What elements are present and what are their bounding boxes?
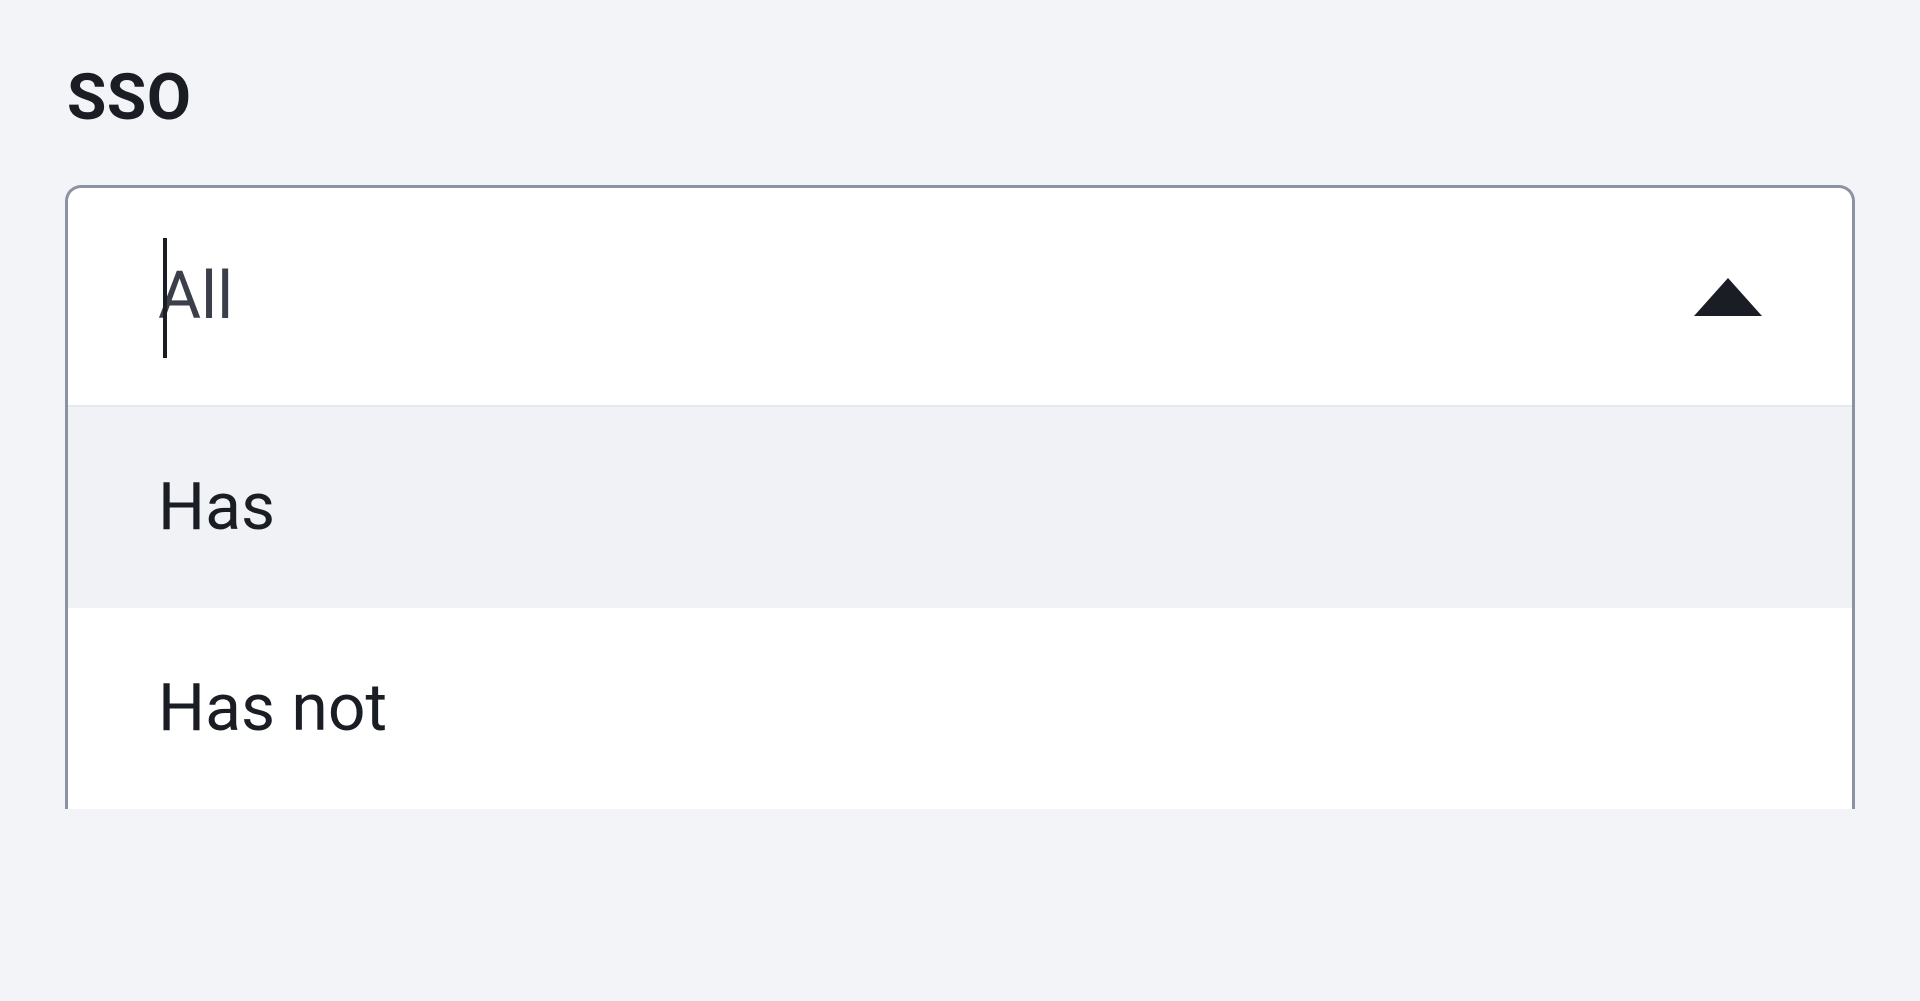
- sso-dropdown-input[interactable]: [158, 258, 1602, 335]
- sso-option-has-not[interactable]: Has not: [68, 608, 1852, 809]
- sso-filter-field: SSO Has Has not: [65, 60, 1855, 809]
- caret-up-icon: [1694, 278, 1762, 316]
- sso-dropdown: Has Has not: [65, 185, 1855, 809]
- text-cursor: [163, 238, 167, 358]
- sso-filter-label: SSO: [67, 60, 1855, 135]
- sso-dropdown-trigger[interactable]: [65, 185, 1855, 405]
- sso-dropdown-list: Has Has not: [65, 405, 1855, 809]
- sso-option-has[interactable]: Has: [68, 405, 1852, 608]
